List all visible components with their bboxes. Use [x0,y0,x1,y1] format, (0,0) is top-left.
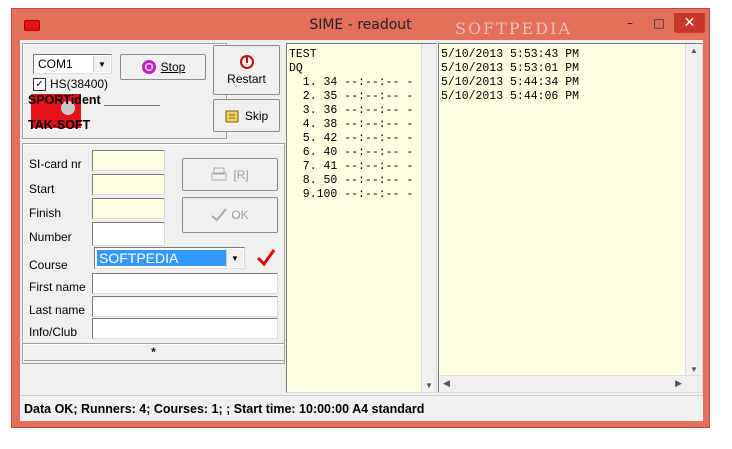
readout-line: 9.100 --:--:-- - [289,188,414,201]
runner-form-group: SI-card nr Start Finish Number [R] OK Co… [22,143,285,361]
course-value: SOFTPEDIA [97,250,226,266]
firstname-label: First name [29,280,86,294]
course-label: Course [29,258,68,272]
window-title: SIME - readout [309,17,412,33]
readout-line: 3. 36 --:--:-- - [289,104,414,117]
log-pane[interactable]: 5/10/2013 5:53:43 PM 5/10/2013 5:53:01 PM… [438,43,703,393]
r-label: [R] [233,167,249,182]
ok-button[interactable]: OK [182,197,278,233]
skip-label: Skip [244,108,269,123]
finish-label: Finish [29,206,62,220]
stop-label: Stop [160,60,186,74]
stop-button[interactable]: Stop [120,54,206,80]
minimize-button[interactable]: – [616,13,644,33]
restart-icon [239,55,254,69]
chevron-down-icon: ▼ [226,249,243,267]
log-hscrollbar[interactable]: ◀ ▶ [439,375,702,392]
infoclub-field[interactable] [92,318,278,339]
number-field[interactable] [92,222,165,246]
log-line: 5/10/2013 5:44:06 PM [441,90,580,103]
log-vscrollbar[interactable]: ▲ ▼ [685,44,702,376]
sicard-field[interactable] [92,150,165,171]
readout-line: 1. 34 --:--:-- - [289,76,414,89]
readout-text: TEST DQ 1. 34 --:--:-- - 2. 35 --:--:-- -… [289,48,413,202]
app-window: SIME - readout SOFTPEDIA – □ ✕ COM1 ▼ ✓ … [11,8,710,428]
check-icon [211,208,228,222]
stop-icon [141,60,156,74]
chevron-left-icon[interactable]: ◀ [443,378,450,389]
r-button[interactable]: [R] [182,158,278,191]
restart-label: Restart [227,72,266,86]
ok-label: OK [231,208,249,222]
sicard-label: SI-card nr [29,157,82,171]
print-icon [211,167,227,180]
lastname-label: Last name [29,303,86,317]
readout-line: 6. 40 --:--:-- - [289,146,414,159]
firstname-field[interactable] [92,273,278,294]
hs-label: HS(38400) [50,77,109,91]
close-button[interactable]: ✕ [674,13,705,33]
watermark: SOFTPEDIA [455,19,572,38]
readout-line: 7. 41 --:--:-- - [289,160,414,173]
footer-marker-text: * [151,345,156,359]
logo-text: SPORTident [28,93,101,107]
logo-line2: TAK-SOFT [28,118,91,132]
client-area: COM1 ▼ ✓ HS(38400) Stop SPORTident _____… [20,40,703,421]
course-select[interactable]: SOFTPEDIA ▼ [94,247,245,269]
readout-line: 5. 42 --:--:-- - [289,132,414,145]
finish-field[interactable] [92,198,165,219]
port-select[interactable]: COM1 ▼ [33,54,112,74]
connection-group: COM1 ▼ ✓ HS(38400) Stop SPORTident _____… [22,43,227,139]
logo-underline: ________ [104,93,160,107]
maximize-button[interactable]: □ [645,13,673,33]
readout-pane[interactable]: TEST DQ 1. 34 --:--:-- - 2. 35 --:--:-- -… [286,43,437,393]
restart-button[interactable]: Restart [213,45,280,95]
log-text: 5/10/2013 5:53:43 PM 5/10/2013 5:53:01 PM… [441,48,579,104]
chevron-down-icon: ▼ [93,56,110,72]
readout-line: 4. 38 --:--:-- - [289,118,414,131]
chevron-down-icon[interactable]: ▼ [425,381,433,390]
logo-line1: SPORTident ________ [28,93,160,107]
red-check-icon [256,249,276,267]
readout-scrollbar[interactable]: ▼ [421,44,436,392]
readout-line: 2. 35 --:--:-- - [289,90,414,103]
readout-line: 8. 50 --:--:-- - [289,174,414,187]
start-label: Start [29,182,55,196]
chevron-up-icon[interactable]: ▲ [690,46,698,55]
title-bar[interactable]: SIME - readout SOFTPEDIA – □ ✕ [12,9,709,39]
start-field[interactable] [92,174,165,195]
log-line: 5/10/2013 5:53:01 PM [441,62,580,75]
course-confirm-button[interactable] [255,247,277,269]
port-value: COM1 [38,57,73,71]
footer-marker: * [22,343,285,364]
hs-checkbox-row[interactable]: ✓ HS(38400) [33,77,108,91]
log-line: 5/10/2013 5:44:34 PM [441,76,580,89]
hs-checkbox[interactable]: ✓ [33,77,46,91]
log-line: 5/10/2013 5:53:43 PM [441,48,580,61]
number-label: Number [29,230,72,244]
readout-line: DQ [289,62,303,75]
chevron-right-icon[interactable]: ▶ [675,378,682,389]
status-bar: Data OK; Runners: 4; Courses: 1; ; Start… [20,395,703,421]
infoclub-label: Info/Club [29,325,78,339]
skip-button[interactable]: Skip [213,99,280,132]
readout-line: TEST [289,48,317,61]
skip-icon [225,110,239,122]
lastname-field[interactable] [92,296,278,317]
chevron-down-icon[interactable]: ▼ [690,365,698,374]
